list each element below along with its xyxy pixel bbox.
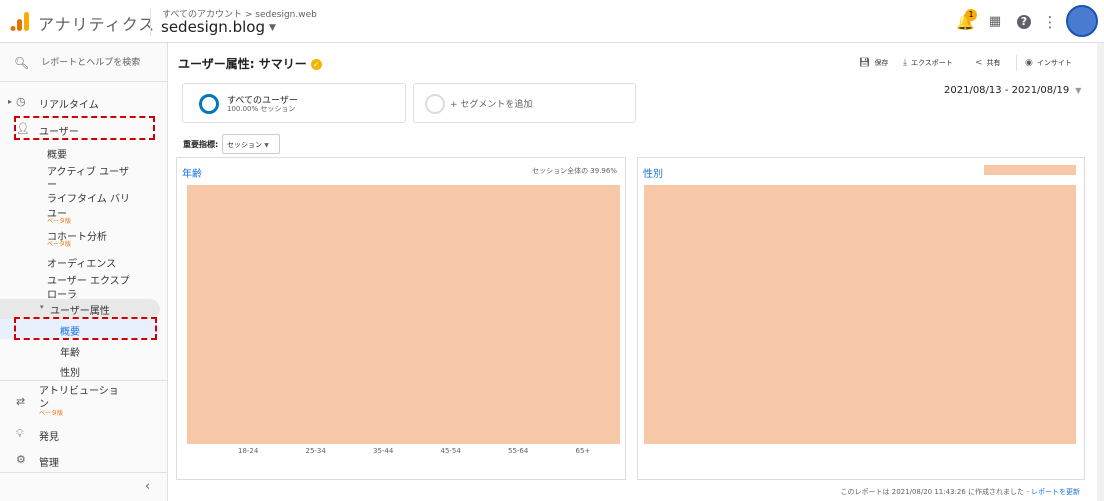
metric-value: セッション <box>227 141 262 149</box>
collapse-sidebar-icon[interactable]: ‹ <box>145 479 150 494</box>
attribution-icon: ⇄ <box>16 395 26 408</box>
caret-down-icon: ▼ <box>268 22 276 33</box>
export-button[interactable]: ⤓ エクスポート <box>903 58 953 68</box>
add-segment-button[interactable]: + セグメントを追加 <box>413 83 636 123</box>
highlight-box-overview <box>14 317 157 340</box>
date-range-text: 2021/08/13 - 2021/08/19 <box>944 85 1070 96</box>
share-label: 共有 <box>986 59 1001 67</box>
insight-icon: ◉ <box>1025 58 1033 68</box>
more-vert-icon[interactable]: ⋮ <box>1041 13 1059 31</box>
segment-sub: 100.00% セッション <box>227 105 296 113</box>
analytics-logo-icon[interactable] <box>10 10 30 32</box>
save-icon: 💾︎ <box>859 58 871 68</box>
sidebar-item-discover[interactable]: 発見 <box>39 428 59 443</box>
x-tick-label: 65+ <box>575 447 591 455</box>
x-tick-label: 25-34 <box>305 447 326 455</box>
gear-icon: ⚙ <box>16 453 26 466</box>
x-tick-label: 45-54 <box>440 447 461 455</box>
highlight-box-users <box>14 116 155 140</box>
gender-panel-note-placeholder <box>984 165 1076 175</box>
caret-down-icon: ▼ <box>1075 86 1082 95</box>
app-name: アナリティクス <box>38 15 156 34</box>
metric-label: 重要指標: <box>183 140 219 149</box>
x-tick-label: 18-24 <box>238 447 259 455</box>
empty-ring-icon <box>425 94 445 114</box>
page-title: ユーザー属性: サマリー ✓ <box>178 55 322 72</box>
x-tick-label: 35-44 <box>373 447 394 455</box>
notification-badge: 1 <box>965 9 977 21</box>
metric-select[interactable]: セッション ▼ <box>222 134 280 154</box>
export-icon: ⤓ <box>903 58 907 68</box>
lightbulb-icon: 💡︎ <box>16 427 24 440</box>
search-icon: 🔍︎ <box>14 55 30 70</box>
sidebar-item-audience[interactable]: オーディエンス <box>47 255 116 270</box>
beta-badge: ベータ版 <box>47 241 72 248</box>
property-name: sedesign.blog <box>161 18 265 36</box>
caret-down-icon: ▼ <box>264 142 269 149</box>
sidebar-item-realtime[interactable]: リアルタイム <box>39 96 99 111</box>
segment-all-users[interactable]: すべてのユーザー 100.00% セッション <box>182 83 406 123</box>
sidebar-divider <box>0 380 168 381</box>
footer-text: このレポートは 2021/08/20 11:43:26 に作成されました - <box>840 488 1029 496</box>
add-segment-label: + セグメントを追加 <box>450 100 533 110</box>
sidebar-item-overview[interactable]: 概要 <box>47 146 67 161</box>
age-panel-title: 年齢 <box>182 169 202 180</box>
share-icon: < <box>975 58 983 68</box>
save-button[interactable]: 💾︎ 保存 <box>859 58 888 68</box>
sidebar-item-admin[interactable]: 管理 <box>39 454 59 469</box>
sidebar-item-user-attributes[interactable]: ユーザー属性 <box>50 302 110 317</box>
sidebar-item-active-users-cont: ー <box>47 180 57 191</box>
scrollbar[interactable] <box>1097 43 1104 501</box>
age-panel-note: セッション全体の 39.96% <box>532 167 617 175</box>
help-icon[interactable]: ? <box>1017 15 1031 29</box>
toolbar-divider <box>1016 55 1017 71</box>
sidebar-item-user-explorer[interactable]: ユーザー エクスプ <box>47 272 130 287</box>
beta-badge: ベータ版 <box>39 410 64 417</box>
search-placeholder: レポートとヘルプを検索 <box>41 58 141 68</box>
sidebar-item-attribution[interactable]: アトリビューショ <box>39 382 119 397</box>
property-selector[interactable]: sedesign.blog ▼ <box>161 18 276 36</box>
avatar[interactable] <box>1066 5 1098 37</box>
sidebar-item-lifetime[interactable]: ライフタイム バリ <box>47 190 130 205</box>
clock-icon: ◷ <box>16 95 26 108</box>
insight-label: インサイト <box>1036 59 1072 67</box>
page-title-text: ユーザー属性: サマリー <box>178 57 307 71</box>
refresh-report-link[interactable]: レポートを更新 <box>1031 488 1080 496</box>
export-label: エクスポート <box>910 59 953 67</box>
apps-grid-icon[interactable]: ▦ <box>986 13 1004 31</box>
sidebar-item-active-users[interactable]: アクティブ ユーザ <box>47 163 129 178</box>
date-range-picker[interactable]: 2021/08/13 - 2021/08/19 ▼ <box>944 85 1081 96</box>
sidebar-item-age[interactable]: 年齢 <box>60 344 80 359</box>
sidebar-divider <box>0 81 168 82</box>
segment-ring-icon <box>199 94 219 114</box>
caret-down-icon: ▾ <box>40 303 44 311</box>
gender-chart-placeholder <box>644 185 1076 444</box>
expand-arrow-icon[interactable]: ▸ <box>8 97 12 106</box>
top-bar: アナリティクス すべてのアカウント > sedesign.web sedesig… <box>0 0 1104 43</box>
sidebar-divider <box>0 472 168 473</box>
verified-check-icon: ✓ <box>310 59 322 70</box>
sidebar: 🔍︎ レポートとヘルプを検索 ▸ ◷ リアルタイム 👤︎ ユーザー 概要 アクティ… <box>0 43 168 501</box>
age-chart-placeholder <box>187 185 620 444</box>
x-tick-label: 55-64 <box>508 447 529 455</box>
share-button[interactable]: < 共有 <box>975 58 1001 68</box>
sidebar-item-gender[interactable]: 性別 <box>60 364 80 379</box>
save-label: 保存 <box>874 59 889 67</box>
beta-badge: ベータ版 <box>47 218 72 225</box>
gender-panel-title: 性別 <box>643 169 663 180</box>
header-divider <box>150 8 151 36</box>
report-footer: このレポートは 2021/08/20 11:43:26 に作成されました - レ… <box>841 487 1080 497</box>
search-bar[interactable]: 🔍︎ レポートとヘルプを検索 <box>14 55 140 70</box>
insight-button[interactable]: ◉ インサイト <box>1025 58 1072 68</box>
